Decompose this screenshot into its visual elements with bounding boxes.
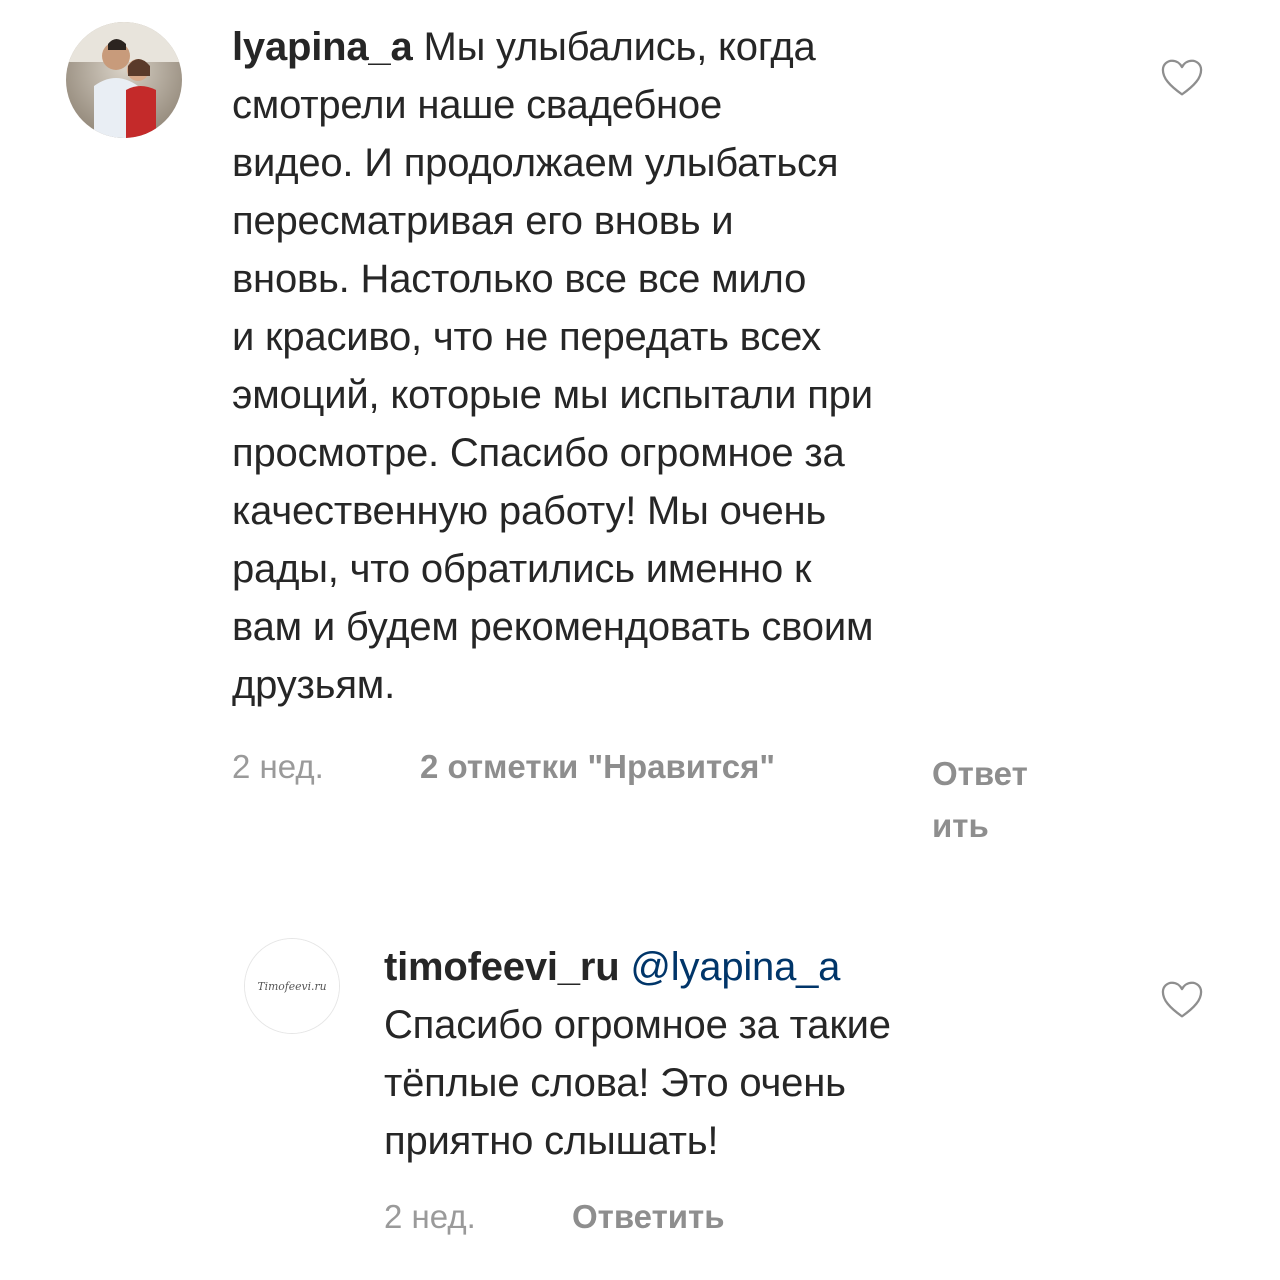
- mention-link[interactable]: @lyapina_a: [630, 945, 840, 989]
- brand-logo: Timofeevi.ru: [245, 939, 339, 1033]
- reply-label: Ответ: [932, 755, 1028, 792]
- comment-line: Мы улыбались, когда: [412, 25, 816, 69]
- comment-username[interactable]: lyapina_a: [232, 25, 413, 69]
- reply-button[interactable]: Ответ ить: [932, 748, 1028, 852]
- comment-time: 2 нед.: [384, 1198, 476, 1235]
- avatar-photo: [66, 22, 182, 138]
- comment-text: lyapina_a Мы улыбались, когда смотрели н…: [232, 18, 1112, 714]
- comment-line: приятно слышать!: [384, 1119, 719, 1163]
- comment-line: друзьям.: [232, 663, 395, 707]
- comment-line: и красиво, что не передать всех: [232, 315, 822, 359]
- comment-line: смотрели наше свадебное: [232, 83, 723, 127]
- like-button[interactable]: [1160, 980, 1204, 1020]
- comment-line: рады, что обратились именно к: [232, 547, 812, 591]
- avatar-logo-text: Timofeevi.ru: [257, 980, 326, 993]
- comment-line: Спасибо огромное за такие: [384, 1003, 891, 1047]
- like-button[interactable]: [1160, 58, 1204, 98]
- comment-line: вновь. Настолько все все мило: [232, 257, 807, 301]
- reply-button[interactable]: Ответить: [572, 1198, 725, 1236]
- comment-text: timofeevi_ru @lyapina_a Спасибо огромное…: [384, 938, 1124, 1170]
- comment-line: видео. И продолжаем улыбаться: [232, 141, 839, 185]
- heart-outline-icon: [1161, 981, 1203, 1018]
- avatar[interactable]: Timofeevi.ru: [244, 938, 340, 1034]
- avatar[interactable]: [66, 22, 182, 138]
- comment-line: пересматривая его вновь и: [232, 199, 734, 243]
- comment-line: просмотре. Спасибо огромное за: [232, 431, 845, 475]
- likes-count-link[interactable]: 2 отметки "Нравится": [420, 748, 775, 786]
- comment-line: качественную работу! Мы очень: [232, 489, 827, 533]
- comment-line: тёплые слова! Это очень: [384, 1061, 846, 1105]
- comment-username[interactable]: timofeevi_ru: [384, 945, 620, 989]
- comment-line: эмоций, которые мы испытали при: [232, 373, 873, 417]
- heart-outline-icon: [1161, 59, 1203, 96]
- reply-label: ить: [932, 807, 989, 844]
- comment-line: вам и будем рекомендовать своим: [232, 605, 874, 649]
- comment-time: 2 нед.: [232, 748, 324, 785]
